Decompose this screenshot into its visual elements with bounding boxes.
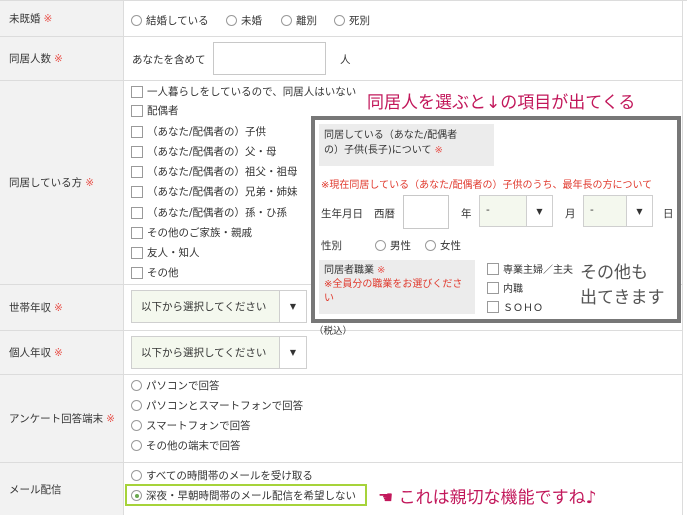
- checkbox-icon[interactable]: [131, 266, 143, 279]
- checkbox-icon[interactable]: [131, 246, 143, 259]
- marital-option-single[interactable]: 未婚: [226, 13, 262, 28]
- radio-icon[interactable]: [131, 380, 142, 391]
- cohabitants-label: 同居している方 ※: [0, 81, 124, 284]
- personal-income-select[interactable]: 以下から選択してください ▼: [131, 336, 307, 369]
- checkbox-icon[interactable]: [131, 165, 143, 178]
- selected-option-highlight: [125, 484, 367, 506]
- other-note: その他も 出てきます: [580, 263, 665, 308]
- cohabitant-option[interactable]: （あなた/配偶者の）父・母: [131, 144, 277, 159]
- job-option[interactable]: 専業主婦／主夫: [487, 261, 573, 276]
- radio-icon[interactable]: [131, 15, 142, 26]
- marital-option-married[interactable]: 結婚している: [131, 13, 209, 28]
- radio-icon[interactable]: [131, 420, 142, 431]
- chevron-down-icon[interactable]: ▼: [626, 196, 652, 226]
- month-label: 月: [565, 208, 576, 220]
- job-option[interactable]: ＳＯＨＯ: [487, 299, 543, 314]
- checkbox-icon[interactable]: [487, 300, 499, 313]
- child-heading: 同居している（あなた/配偶者 の）子供(長子)について ※: [319, 124, 494, 166]
- job-heading: 同居者職業 ※ ※全員分の職業をお選びくださ い: [319, 260, 475, 314]
- radio-icon[interactable]: [131, 440, 142, 451]
- household-count-input[interactable]: [213, 42, 326, 75]
- gender-option-male[interactable]: 男性: [375, 238, 411, 253]
- annotation-bottom: ☚ これは親切な機能ですね♪: [378, 488, 597, 508]
- cohabitant-option[interactable]: （あなた/配偶者の）子供: [131, 124, 266, 139]
- marital-option-widowed[interactable]: 死別: [334, 13, 370, 28]
- checkbox-icon[interactable]: [131, 125, 143, 138]
- row-marital: 未既婚 ※ 結婚している 未婚 離別 死別: [0, 1, 683, 37]
- household-count-label: 同居人数 ※: [0, 37, 124, 80]
- eldest-child-note: ※現在同居している（あなた/配偶者の）子供のうち、最年長の方について: [321, 180, 653, 191]
- cohabitant-option[interactable]: （あなた/配偶者の）兄弟・姉妹: [131, 184, 298, 199]
- household-count-suffix: 人: [340, 54, 351, 66]
- radio-icon[interactable]: [425, 240, 436, 251]
- birth-year-select[interactable]: - ▼: [479, 195, 553, 227]
- era-label: 西暦: [374, 208, 395, 220]
- annotation-top: 同居人を選ぶと↓の項目が出てくる: [367, 93, 636, 113]
- row-household-count: 同居人数 ※ あなたを含めて 人: [0, 37, 683, 81]
- device-option[interactable]: パソコンとスマートフォンで回答: [131, 398, 303, 413]
- household-count-prefix: あなたを含めて: [132, 54, 206, 66]
- device-option[interactable]: スマートフォンで回答: [131, 418, 251, 433]
- cohabitant-option[interactable]: 配偶者: [131, 103, 179, 118]
- row-survey-device: アンケート回答端末 ※ パソコンで回答 パソコンとスマートフォンで回答 スマートフ…: [0, 375, 683, 463]
- chevron-down-icon[interactable]: ▼: [526, 196, 552, 226]
- survey-device-label: アンケート回答端末 ※: [0, 375, 124, 462]
- birth-month-select[interactable]: - ▼: [583, 195, 653, 227]
- cohabitant-option[interactable]: （あなた/配偶者の）孫・ひ孫: [131, 205, 287, 220]
- pointing-hand-icon: ☚: [378, 488, 394, 508]
- cohabitant-option[interactable]: 一人暮らしをしているので、同居人はいない: [131, 84, 356, 99]
- gender-option-female[interactable]: 女性: [425, 238, 461, 253]
- chevron-down-icon[interactable]: ▼: [279, 337, 306, 368]
- year-label: 年: [461, 208, 472, 220]
- day-label: 日: [663, 208, 674, 220]
- mail-option-all[interactable]: すべての時間帯のメールを受け取る: [131, 468, 313, 483]
- cohabitant-option[interactable]: 友人・知人: [131, 245, 200, 260]
- birthdate-label: 生年月日: [321, 208, 363, 220]
- marital-label: 未既婚 ※: [0, 1, 124, 36]
- required-mark: ※: [43, 12, 53, 25]
- gender-label: 性別: [321, 240, 342, 252]
- checkbox-icon[interactable]: [487, 262, 499, 275]
- cohabitant-option[interactable]: （あなた/配偶者の）祖父・祖母: [131, 164, 298, 179]
- radio-icon[interactable]: [131, 400, 142, 411]
- checkbox-icon[interactable]: [487, 281, 499, 294]
- birth-year-input[interactable]: [403, 195, 449, 229]
- radio-icon[interactable]: [375, 240, 386, 251]
- household-income-label: 世帯年収 ※: [0, 285, 124, 330]
- job-option[interactable]: 内職: [487, 280, 523, 295]
- checkbox-icon[interactable]: [131, 85, 143, 98]
- checkbox-icon[interactable]: [131, 145, 143, 158]
- radio-icon[interactable]: [334, 15, 345, 26]
- cohabitant-option[interactable]: その他のご家族・親戚: [131, 225, 252, 240]
- personal-income-label: 個人年収 ※: [0, 331, 124, 374]
- checkbox-icon[interactable]: [131, 226, 143, 239]
- device-option[interactable]: パソコンで回答: [131, 378, 220, 393]
- row-personal-income: 個人年収 ※ 以下から選択してください ▼: [0, 331, 683, 375]
- household-income-select[interactable]: 以下から選択してください ▼: [131, 290, 307, 323]
- chevron-down-icon[interactable]: ▼: [279, 291, 306, 322]
- device-option[interactable]: その他の端末で回答: [131, 438, 241, 453]
- checkbox-icon[interactable]: [131, 206, 143, 219]
- radio-icon[interactable]: [281, 15, 292, 26]
- checkbox-icon[interactable]: [131, 185, 143, 198]
- checkbox-icon[interactable]: [131, 104, 143, 117]
- radio-icon[interactable]: [226, 15, 237, 26]
- cohabitant-option[interactable]: その他: [131, 265, 179, 280]
- radio-icon[interactable]: [131, 470, 142, 481]
- marital-option-divorced[interactable]: 離別: [281, 13, 317, 28]
- mail-delivery-label: メール配信: [0, 463, 124, 515]
- child-details-popup: 同居している（あなた/配偶者 の）子供(長子)について ※ ※現在同居している（あ…: [311, 116, 681, 323]
